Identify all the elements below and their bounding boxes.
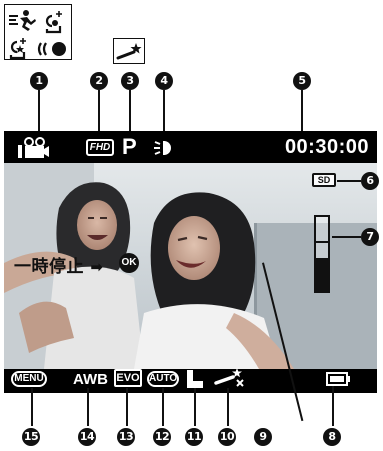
- callout-14: 14: [78, 428, 96, 446]
- callout-8: 8: [323, 428, 341, 446]
- menu-badge: MENU: [11, 371, 47, 387]
- audio-level-tick: [316, 241, 328, 243]
- sd-card-icon: SD: [312, 173, 336, 187]
- sports-mode-icon: [9, 10, 36, 31]
- scene-icons-legend: [4, 4, 72, 60]
- callout-6: 6: [361, 172, 379, 190]
- record-quality-badge: FHD: [86, 139, 114, 156]
- light-icon: [153, 138, 177, 163]
- iso-auto-badge: AUTO: [147, 371, 179, 387]
- arrow-right-icon: ➡: [90, 258, 104, 276]
- exposure-badge: EVO: [114, 369, 142, 387]
- callout-10: 10: [218, 428, 236, 446]
- callout-12-leader: [162, 388, 164, 426]
- callout-11: 11: [185, 428, 203, 446]
- effect-legend-box: [113, 38, 145, 64]
- callout-14-leader: [87, 388, 89, 426]
- magic-wand-icon: [116, 43, 142, 60]
- portrait-mode-icon: [45, 11, 62, 34]
- camera-screen: FHD P 00:30:00 SD 一時停止 ➡ OK MENU AWB EVO…: [4, 131, 377, 393]
- callout-4-leader: [163, 90, 165, 135]
- effect-wand-icon: [214, 366, 246, 393]
- battery-icon: [326, 372, 350, 391]
- night-portrait-icon: [9, 38, 26, 60]
- callout-15-leader: [31, 388, 33, 426]
- callout-1: 1: [30, 72, 48, 90]
- shooting-mode-label: P: [122, 134, 137, 159]
- callout-8-leader: [332, 386, 334, 426]
- callout-6-leader: [337, 180, 361, 182]
- recording-time: 00:30:00: [284, 136, 369, 158]
- callout-2-leader: [98, 90, 100, 135]
- callout-15: 15: [22, 428, 40, 446]
- pause-hint: 一時停止 ➡: [14, 252, 104, 277]
- callout-9: 9: [254, 428, 272, 446]
- anti-shake-icon: [37, 42, 66, 56]
- callout-13-leader: [126, 388, 128, 426]
- callout-3: 3: [121, 72, 139, 90]
- callout-2: 2: [90, 72, 108, 90]
- callout-4: 4: [155, 72, 173, 90]
- callout-12: 12: [153, 428, 171, 446]
- callout-5-leader: [301, 90, 303, 135]
- callout-3-leader: [129, 90, 131, 135]
- movie-mode-icon: [18, 137, 50, 164]
- white-balance-label: AWB: [73, 371, 108, 388]
- ok-button-icon: OK: [119, 253, 139, 273]
- callout-7-leader: [332, 236, 361, 238]
- callout-10-leader: [227, 388, 229, 426]
- callout-1-leader: [38, 90, 40, 135]
- pause-hint-text: 一時停止: [14, 257, 84, 277]
- audio-level-fill: [316, 258, 328, 291]
- audio-level-meter: [314, 215, 330, 293]
- callout-5: 5: [293, 72, 311, 90]
- callout-13: 13: [117, 428, 135, 446]
- callout-7: 7: [361, 228, 379, 246]
- callout-11-leader: [194, 388, 196, 426]
